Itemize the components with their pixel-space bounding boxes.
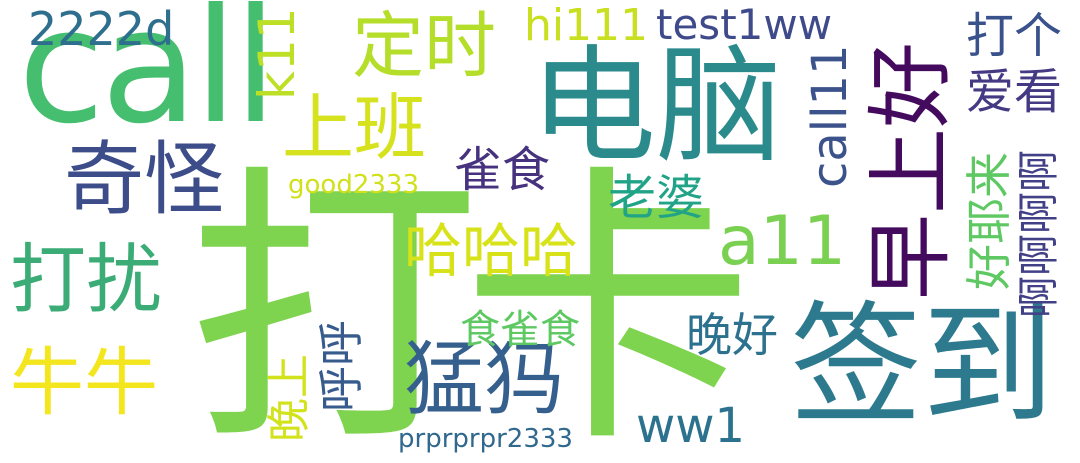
word-shiqueshi: 食雀食 [460, 307, 580, 353]
word-test1ww: test1ww [656, 0, 833, 49]
word-call11: call11 [802, 44, 858, 188]
word-aaaaa: 啊啊啊啊 [1014, 149, 1063, 318]
word-haoyelai: 好耶来 [962, 152, 1016, 290]
word-wanshang: 晚上 [264, 354, 315, 442]
word-diannao: 电脑 [530, 33, 782, 180]
word-darao: 打扰 [10, 235, 162, 324]
word-huhu: 呼呼 [314, 320, 368, 412]
word-a11: a11 [718, 202, 847, 281]
word-k11: k11 [248, 7, 306, 100]
word-dage: 打个 [966, 8, 1063, 64]
word-cloud: 打卡 call 电脑 签到 定时 上班 奇怪 打扰 牛牛 猛犸 哈哈哈 a11 … [0, 0, 1080, 463]
word-ww1: ww1 [636, 398, 746, 454]
word-queshi: 雀食 [454, 142, 551, 198]
word-hahaha: 哈哈哈 [404, 217, 579, 285]
word-prpr: prprprpr2333 [398, 424, 573, 454]
word-2222d: 2222d [28, 2, 175, 56]
word-dingshi: 定时 [352, 4, 497, 88]
word-niuniu: 牛牛 [10, 340, 158, 426]
word-hi111: hi111 [524, 0, 649, 51]
word-aikan: 爱看 [966, 64, 1063, 120]
word-qiguai: 奇怪 [64, 133, 224, 226]
word-shangban: 上班 [282, 86, 427, 170]
word-wanhao: 晚好 [686, 308, 778, 362]
word-laopo: 老婆 [608, 170, 705, 226]
word-good2333: good2333 [288, 170, 419, 200]
word-qiandao: 签到 [790, 289, 1054, 443]
word-zaoshanghao: 早上好 [861, 42, 961, 300]
